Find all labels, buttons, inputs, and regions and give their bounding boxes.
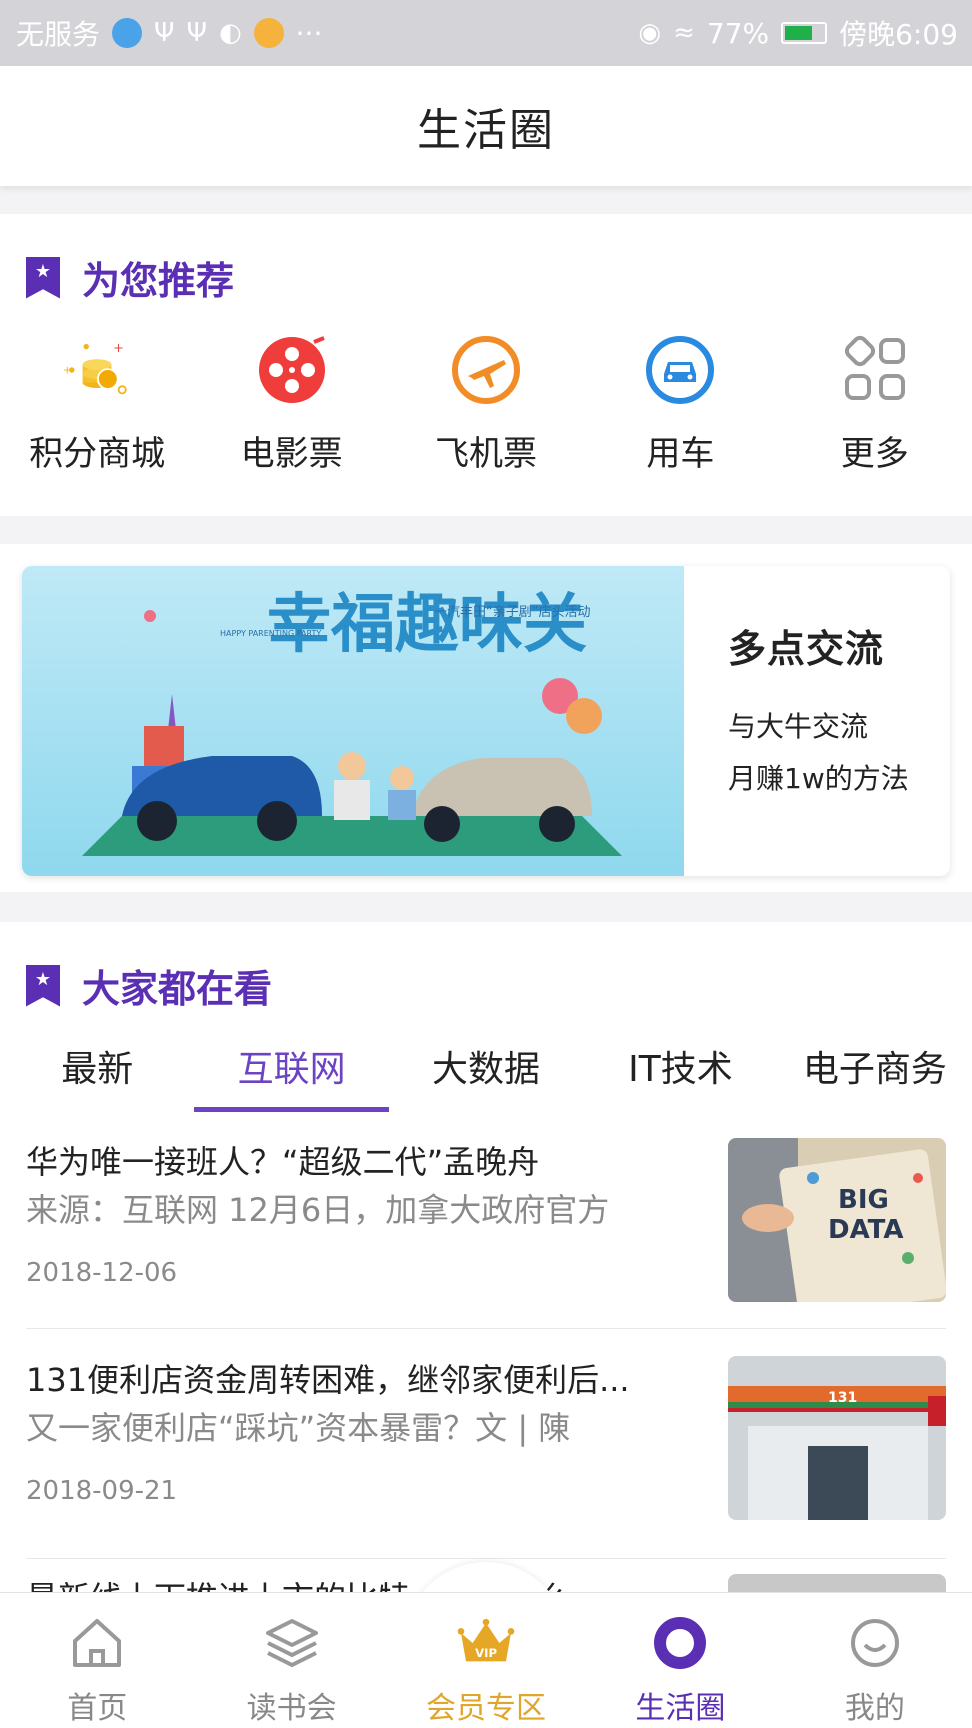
svg-text:+: + bbox=[113, 340, 124, 355]
recommend-item-label: 积分商城 bbox=[29, 434, 166, 474]
status-bar: 无服务 Ψ Ψ ◐ ··· ◉ ≈ 77% 傍晚6:09 bbox=[0, 0, 972, 66]
banner-line-1: 与大牛交流 bbox=[728, 710, 869, 743]
banner-text-block: 多点交流 与大牛交流 月赚1w的方法 bbox=[728, 618, 909, 805]
recommend-header: ★ 为您推荐 bbox=[26, 250, 234, 305]
banner-line-2: 月赚1w的方法 bbox=[728, 762, 909, 795]
carrier-text: 无服务 bbox=[16, 18, 101, 51]
news-item[interactable]: 131便利店资金周转困难，继邻家便利后... 又一家便利店“踩坑”资本暴雷？文 … bbox=[0, 1356, 972, 1574]
thumb-store-number: 131 bbox=[828, 1390, 857, 1406]
top-header: 生活圈 bbox=[0, 66, 972, 186]
news-thumbnail: 131 bbox=[728, 1356, 946, 1520]
grid-more-icon bbox=[839, 334, 911, 406]
news-title: 华为唯一接班人？“超级二代”孟晚舟 bbox=[26, 1143, 540, 1181]
recommend-section: ★ 为您推荐 + + 积分商城 电影票 飞机票 用车 更多 bbox=[0, 214, 972, 516]
nav-vip-zone[interactable]: VIP 会员专区 bbox=[389, 1593, 583, 1728]
recommend-item-more[interactable]: 更多 bbox=[778, 334, 972, 475]
profile-face-icon bbox=[845, 1613, 905, 1673]
recommend-item-points-mall[interactable]: + + 积分商城 bbox=[0, 334, 194, 475]
tab-big-data[interactable]: 大数据 bbox=[389, 1032, 583, 1112]
news-thumbnail: BIG DATA bbox=[728, 1138, 946, 1302]
nav-profile[interactable]: 我的 bbox=[778, 1593, 972, 1728]
nav-label: 会员专区 bbox=[426, 1691, 547, 1726]
wifi-icon: ≈ bbox=[673, 18, 695, 48]
news-subtitle: 来源：互联网 12月6日，加拿大政府官方 bbox=[26, 1191, 610, 1229]
news-text: 华为唯一接班人？“超级二代”孟晚舟 来源：互联网 12月6日，加拿大政府官方 2… bbox=[26, 1138, 686, 1288]
usb-icon: Ψ bbox=[186, 18, 207, 48]
weibo-icon bbox=[253, 18, 284, 48]
car-icon bbox=[644, 334, 716, 406]
nav-home[interactable]: 首页 bbox=[0, 1593, 194, 1728]
thumb-text-data: DATA bbox=[828, 1215, 904, 1245]
notification-icon: ◐ bbox=[218, 18, 242, 48]
news-date: 2018-09-21 bbox=[26, 1476, 178, 1506]
recommend-item-movie-ticket[interactable]: 电影票 bbox=[194, 334, 388, 475]
banner-title: 多点交流 bbox=[728, 627, 885, 671]
thumb-text-big: BIG bbox=[838, 1185, 889, 1215]
divider bbox=[26, 1328, 946, 1329]
recommend-grid: + + 积分商城 电影票 飞机票 用车 更多 bbox=[0, 334, 972, 475]
more-notifications-text: ··· bbox=[295, 16, 323, 50]
nav-label: 首页 bbox=[67, 1691, 128, 1726]
nav-label: 生活圈 bbox=[635, 1691, 726, 1726]
recommend-item-label: 更多 bbox=[840, 434, 909, 474]
airplane-icon bbox=[450, 334, 522, 406]
clock-time: 傍晚6:09 bbox=[839, 18, 958, 51]
tab-internet[interactable]: 互联网 bbox=[194, 1032, 390, 1112]
film-reel-icon bbox=[256, 334, 328, 406]
nav-label: 读书会 bbox=[246, 1691, 337, 1726]
recommend-item-label: 电影票 bbox=[240, 434, 343, 474]
news-subtitle: 又一家便利店“踩坑”资本暴雷？文 | 陳 bbox=[26, 1409, 571, 1447]
news-date: 2018-12-06 bbox=[26, 1258, 178, 1288]
banner-heading: 幸福趣味关 bbox=[267, 588, 587, 662]
banner-image: 幸福趣味关 一汽丰田“亲子剧”店头活动 HAPPY PARENTING PART… bbox=[22, 566, 684, 876]
tab-latest[interactable]: 最新 bbox=[0, 1032, 194, 1112]
news-item[interactable]: 华为唯一接班人？“超级二代”孟晚舟 来源：互联网 12月6日，加拿大政府官方 2… bbox=[0, 1138, 972, 1356]
battery-percent: 77% bbox=[706, 16, 770, 50]
bookmark-star-icon: ★ bbox=[26, 256, 60, 299]
news-title: 131便利店资金周转困难，继邻家便利后... bbox=[26, 1361, 630, 1399]
promo-banner[interactable]: 幸福趣味关 一汽丰田“亲子剧”店头活动 HAPPY PARENTING PART… bbox=[22, 566, 950, 876]
recommend-item-label: 飞机票 bbox=[434, 434, 537, 474]
bottom-navigation: 首页 读书会 VIP 会员专区 生活圈 我的 bbox=[0, 1592, 972, 1728]
popular-header: ★ 大家都在看 bbox=[26, 958, 272, 1013]
category-tabs: 最新 互联网 大数据 IT技术 电子商务 bbox=[0, 1032, 972, 1112]
vip-badge-text: VIP bbox=[475, 1646, 497, 1660]
nav-life-circle[interactable]: 生活圈 bbox=[583, 1593, 777, 1728]
home-icon bbox=[67, 1613, 127, 1673]
ring-icon bbox=[650, 1613, 710, 1673]
tab-ecommerce[interactable]: 电子商务 bbox=[778, 1032, 972, 1112]
banner-party-text: HAPPY PARENTING PARTY bbox=[220, 629, 321, 638]
vip-crown-icon: VIP bbox=[456, 1613, 516, 1673]
nav-label: 我的 bbox=[844, 1691, 905, 1726]
nav-reading-club[interactable]: 读书会 bbox=[194, 1593, 388, 1728]
cloud-icon bbox=[112, 18, 143, 48]
popular-title: 大家都在看 bbox=[82, 967, 273, 1011]
page-title: 生活圈 bbox=[417, 105, 555, 156]
banner-small-text: 一汽丰田“亲子剧”店头活动 bbox=[434, 605, 590, 620]
tab-it-tech[interactable]: IT技术 bbox=[583, 1032, 777, 1112]
points-coins-icon: + + bbox=[61, 334, 133, 406]
divider bbox=[26, 1558, 946, 1559]
recommend-item-car[interactable]: 用车 bbox=[583, 334, 777, 475]
recommend-item-flight-ticket[interactable]: 飞机票 bbox=[389, 334, 583, 475]
recommend-title: 为您推荐 bbox=[82, 259, 235, 303]
usb-icon: Ψ bbox=[154, 18, 175, 48]
recommend-item-label: 用车 bbox=[646, 434, 715, 474]
layers-icon bbox=[262, 1613, 322, 1673]
battery-icon bbox=[781, 22, 828, 44]
svg-text:+: + bbox=[63, 364, 72, 377]
news-text: 131便利店资金周转困难，继邻家便利后... 又一家便利店“踩坑”资本暴雷？文 … bbox=[26, 1356, 686, 1506]
banner-section: 幸福趣味关 一汽丰田“亲子剧”店头活动 HAPPY PARENTING PART… bbox=[0, 544, 972, 892]
bookmark-star-icon: ★ bbox=[26, 964, 60, 1007]
eye-icon: ◉ bbox=[638, 18, 662, 48]
